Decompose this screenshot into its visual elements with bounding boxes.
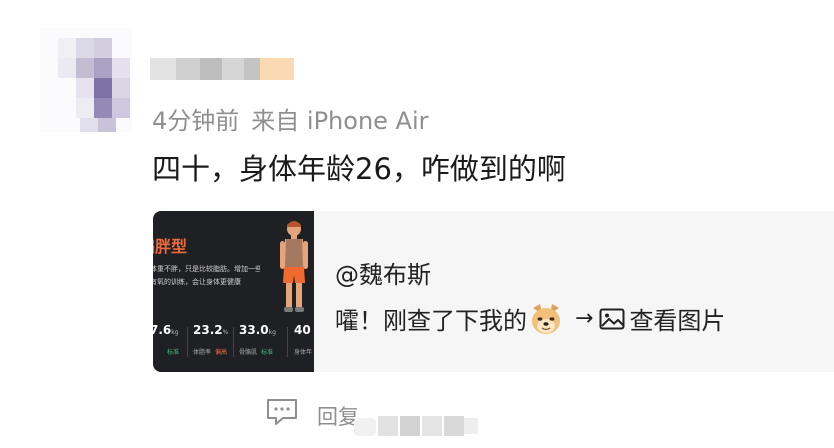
thumb-type-title: 偏胖型 bbox=[153, 237, 188, 256]
thumb-stat-value: 40 bbox=[294, 323, 311, 337]
thumb-desc-line: 体重不胖，只是比较脂肪。增加一些 bbox=[153, 265, 260, 273]
comment-source: 来自 iPhone Air bbox=[251, 107, 429, 135]
comment-text: 四十，身体年龄26，咋做到的啊 bbox=[152, 152, 566, 186]
username-redacted[interactable] bbox=[150, 58, 294, 80]
thumb-stat-value: 23.2% bbox=[193, 323, 229, 337]
reply-obscured-overlay bbox=[350, 412, 480, 440]
thumb-stat-value: 33.0kg bbox=[239, 323, 276, 337]
avatar[interactable] bbox=[40, 28, 132, 132]
body-figure-illustration bbox=[280, 221, 308, 312]
thumb-divider bbox=[287, 327, 288, 357]
quoted-post-card[interactable]: 偏胖型 体重不胖，只是比较脂肪。增加一些 有氧的训练，会让身体更健康 7.6kg… bbox=[153, 211, 834, 372]
comment-icon[interactable] bbox=[265, 397, 299, 427]
thumb-stat-value: 7.6kg bbox=[153, 323, 179, 337]
thumb-stat-label: 体脂率 偏高 bbox=[193, 349, 228, 356]
comment-time: 4分钟前 bbox=[152, 107, 240, 135]
thumb-desc-line: 有氧的训练，会让身体更健康 bbox=[153, 278, 241, 286]
view-image-link[interactable]: 查看图片 bbox=[629, 301, 725, 336]
thumb-desc: 体重不胖，只是比较脂肪。增加一些 有氧的训练，会让身体更健康 bbox=[153, 263, 260, 289]
thumb-stat-label: 骨骼肌 标准 bbox=[239, 349, 274, 356]
quoted-post-text: 嚯！刚查了下我的 → 查看图片 bbox=[335, 301, 725, 336]
quoted-image-thumbnail[interactable]: 偏胖型 体重不胖，只是比较脂肪。增加一些 有氧的训练，会让身体更健康 7.6kg… bbox=[153, 211, 314, 372]
image-icon[interactable] bbox=[599, 308, 625, 330]
thumb-divider bbox=[187, 327, 188, 357]
quoted-text: 嚯！刚查了下我的 bbox=[335, 307, 527, 335]
thumb-stat-label: 身体年 bbox=[294, 349, 313, 356]
comment-meta: 4分钟前 来自 iPhone Air bbox=[152, 101, 429, 136]
doge-icon bbox=[532, 303, 560, 334]
arrow-right-icon: → bbox=[575, 306, 594, 331]
quoted-user-mention[interactable]: @魏布斯 bbox=[335, 255, 431, 290]
thumb-divider bbox=[233, 327, 234, 357]
thumb-stat-label: 标准 bbox=[167, 349, 180, 356]
